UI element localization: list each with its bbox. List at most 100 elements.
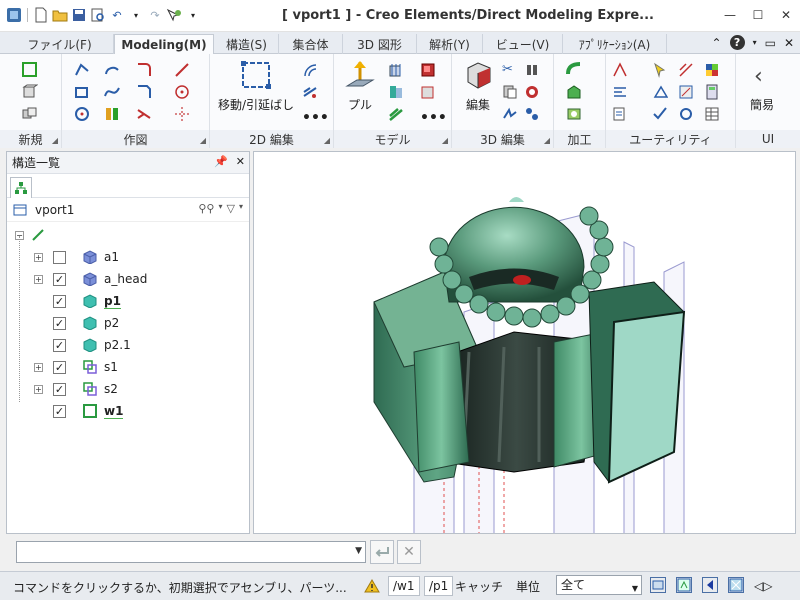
binoculars-icon[interactable]: ⚲⚲ <box>198 202 214 215</box>
close-button[interactable]: ✕ <box>772 0 800 30</box>
extrude-icon[interactable] <box>388 62 404 78</box>
expand-icon[interactable]: + <box>34 274 43 284</box>
cancel-button[interactable]: ✕ <box>397 540 421 564</box>
query-icon[interactable] <box>652 84 668 100</box>
redo-icon[interactable]: ↷ <box>147 7 163 23</box>
tree-root-row[interactable]: − <box>7 224 247 246</box>
expand-icon[interactable]: + <box>34 252 43 262</box>
tree-row[interactable]: + ✓ s2 <box>7 378 247 400</box>
expand-icon[interactable]: + <box>34 362 43 372</box>
print-preview-icon[interactable] <box>90 7 106 23</box>
chevron-left-icon[interactable]: ‹ <box>754 64 763 89</box>
current-workplane[interactable]: /w1 <box>388 576 420 596</box>
arrows-icon[interactable]: ◁▷ <box>754 576 772 596</box>
3d-copy-icon[interactable] <box>524 62 540 78</box>
new-part-icon[interactable] <box>22 84 38 100</box>
new-assembly-icon[interactable] <box>22 106 38 122</box>
previous-view-icon[interactable] <box>702 577 718 593</box>
zoom-all-icon[interactable] <box>728 577 744 593</box>
2d-offset-icon[interactable] <box>302 62 318 78</box>
machining-fillet-icon[interactable] <box>566 62 582 78</box>
3d-paste-icon[interactable] <box>502 84 518 100</box>
command-dropdown-icon[interactable]: ▼ <box>355 546 362 556</box>
group-launcher-icon[interactable]: ◢ <box>52 136 58 145</box>
unit-select[interactable]: 全て ▼ <box>556 575 642 595</box>
check-icon[interactable] <box>652 106 668 122</box>
chamfer-icon[interactable] <box>136 84 152 100</box>
catch-label[interactable]: キャッチ <box>455 576 503 596</box>
selection-filter-icon[interactable] <box>166 7 182 23</box>
tab-modeling[interactable]: Modeling(M) <box>114 34 214 55</box>
more-2d-edit-icon[interactable]: ••• <box>302 110 329 126</box>
3d-delete-icon[interactable] <box>524 84 540 100</box>
maximize-button[interactable]: ☐ <box>744 0 772 30</box>
3d-viewport[interactable] <box>253 151 796 534</box>
expand-icon[interactable]: + <box>34 384 43 394</box>
binoculars-dropdown-icon[interactable]: ▾ <box>219 202 223 215</box>
fillet-icon[interactable] <box>136 62 152 78</box>
measure-icon[interactable] <box>612 62 628 78</box>
move-stretch-icon[interactable] <box>240 60 274 90</box>
move-stretch-button[interactable]: 移動/引延ばし <box>218 96 294 113</box>
fit-view-icon[interactable] <box>676 577 692 593</box>
3d-edit-button[interactable]: 編集 <box>466 96 490 113</box>
visibility-checkbox[interactable]: ✓ <box>53 272 66 286</box>
panel-close-icon[interactable]: ✕ <box>236 155 245 168</box>
visibility-checkbox[interactable]: ✓ <box>53 404 66 418</box>
pin-icon[interactable]: 📌 <box>214 155 228 168</box>
visibility-checkbox[interactable]: ✓ <box>53 360 66 374</box>
group-launcher-icon[interactable]: ◢ <box>544 136 550 145</box>
help-icon[interactable]: ? <box>729 35 745 50</box>
tree-row[interactable]: ✓ w1 <box>7 400 247 422</box>
trim-icon[interactable] <box>136 106 152 122</box>
sweep-icon[interactable] <box>388 106 404 122</box>
pull-button[interactable]: プル <box>348 96 372 113</box>
tree-row[interactable]: ✓ p2.1 <box>7 334 247 356</box>
tree-row[interactable]: + ✓ a_head <box>7 268 247 290</box>
undo-icon[interactable]: ↶ <box>109 7 125 23</box>
table-icon[interactable] <box>704 106 720 122</box>
open-folder-icon[interactable] <box>52 7 68 23</box>
visibility-checkbox[interactable] <box>53 250 66 264</box>
circle-icon[interactable] <box>74 106 90 122</box>
confirm-button[interactable] <box>370 540 394 564</box>
filter-icon[interactable]: ▽ <box>227 202 235 215</box>
collapse-ribbon-icon[interactable]: ⌃ <box>712 36 722 50</box>
3d-edit-icon[interactable] <box>464 60 494 90</box>
group-launcher-icon[interactable]: ◢ <box>200 136 206 145</box>
3d-mirror-icon[interactable] <box>502 106 518 122</box>
solid-box-icon[interactable] <box>420 62 436 78</box>
center-point-icon[interactable] <box>174 84 190 100</box>
polyline-icon[interactable] <box>74 62 90 78</box>
cut-icon[interactable]: ✂ <box>502 62 513 77</box>
2d-copy-icon[interactable] <box>302 84 318 100</box>
warning-icon[interactable] <box>364 576 380 596</box>
property-icon[interactable] <box>612 106 628 122</box>
tree-row[interactable]: ✓ p2 <box>7 312 247 334</box>
window-view-icon[interactable] <box>650 577 666 593</box>
construction-line-icon[interactable] <box>174 106 190 122</box>
machining-hole-icon[interactable] <box>566 106 582 122</box>
update-icon[interactable] <box>678 106 694 122</box>
current-part[interactable]: /p1 <box>424 576 454 596</box>
tab-3d-shape[interactable]: 3D 図形 <box>343 34 417 54</box>
help-dropdown-icon[interactable]: ▾ <box>753 38 757 47</box>
tab-application[interactable]: ｱﾌﾟﾘｹｰｼｮﾝ(A) <box>563 34 667 54</box>
machining-chamfer-icon[interactable] <box>566 84 582 100</box>
revolve-icon[interactable] <box>388 84 404 100</box>
tree-row[interactable]: ✓ p1 <box>7 290 247 312</box>
restore-window-icon[interactable]: ▭ <box>765 36 776 50</box>
close-doc-icon[interactable]: ✕ <box>784 36 794 50</box>
tab-file[interactable]: ファイル(F) <box>6 34 114 54</box>
blend-icon[interactable] <box>420 84 436 100</box>
hierarchy-tab[interactable] <box>10 177 32 198</box>
new-workplane-icon[interactable] <box>22 62 38 78</box>
group-launcher-icon[interactable]: ◢ <box>442 136 448 145</box>
tab-view[interactable]: ビュー(V) <box>483 34 563 54</box>
spline-icon[interactable] <box>104 84 120 100</box>
simple-ui-button[interactable]: 簡易 <box>750 96 774 113</box>
group-launcher-icon[interactable]: ◢ <box>324 136 330 145</box>
tab-structure[interactable]: 構造(S) <box>215 34 279 54</box>
more-model-icon[interactable]: ••• <box>420 110 447 126</box>
app-menu-icon[interactable] <box>6 7 22 23</box>
